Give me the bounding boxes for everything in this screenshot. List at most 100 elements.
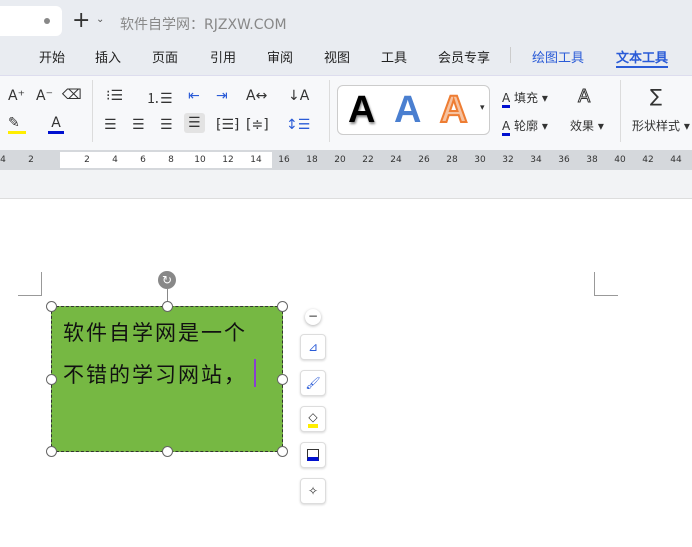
tab-member[interactable]: 会员专享 [438,47,490,66]
increase-font-icon[interactable]: A⁺ [8,88,25,104]
ruler-tick: 28 [446,155,458,165]
ruler-tick: 2 [28,155,34,165]
outline-icon: A [502,119,511,136]
text-cursor [254,359,256,387]
text-line[interactable]: 不错的学习网站， [63,359,247,389]
layout-options-icon[interactable]: ⊿ [300,334,326,360]
ruler-tick: 4 [112,155,118,165]
ruler-tick: 44 [670,155,682,165]
align-left-icon[interactable]: ☰ [104,117,117,133]
align-center-icon[interactable]: ☰ [132,117,145,133]
decrease-font-icon[interactable]: A⁻ [36,88,53,104]
document-tab[interactable] [0,6,62,36]
active-tab-indicator [616,66,668,68]
ruler-tick: 16 [278,155,290,165]
shape-style-icon[interactable]: ∑ [650,86,662,107]
page-gap [0,170,692,199]
style-blue[interactable]: A [394,89,421,132]
bullet-list-icon[interactable]: ⁝☰ [106,88,123,104]
gallery-more-icon[interactable]: ▾ [480,103,485,113]
new-tab-plus-icon[interactable]: + [72,8,90,33]
vertical-align-icon[interactable]: [≑] [246,117,269,133]
ruler-tick: 34 [530,155,542,165]
justify-icon[interactable]: ☰ [184,113,205,133]
ruler-tick: 40 [614,155,626,165]
ruler-tick: 26 [418,155,430,165]
ruler-tick: 22 [362,155,374,165]
effect-icon[interactable]: A [577,86,590,108]
divider [510,47,511,63]
chevron-down-icon[interactable]: ⌄ [96,14,104,25]
effect-label: 效果 [570,119,595,133]
fill-button[interactable]: A 填充 ▾ [502,89,548,108]
clear-format-icon[interactable]: ⌫ [62,87,82,103]
distribute-icon[interactable]: ⁅☰⁆ [216,117,239,133]
ruler-tick: 18 [306,155,318,165]
collapse-toolbar-icon[interactable]: − [305,309,321,325]
divider [620,80,621,142]
fill-icon: A [502,91,511,108]
style-black[interactable]: A [348,89,375,132]
outline-label: 轮廓 [514,119,539,133]
ruler-tick: 10 [194,155,206,165]
tab-tools[interactable]: 工具 [381,47,407,66]
style-orange[interactable]: A [439,88,468,132]
resize-handle[interactable] [162,301,173,312]
ruler-tick: 12 [222,155,234,165]
ruler-tick: 2 [84,155,90,165]
tab-review[interactable]: 审阅 [267,47,293,66]
outline-icon[interactable] [300,442,326,468]
ruler-tick: 4 [0,155,6,165]
tab-insert[interactable]: 插入 [95,47,121,66]
resize-handle[interactable] [277,374,288,385]
divider [329,80,330,142]
rotate-handle-icon[interactable]: ↻ [158,271,176,289]
ruler-tick: 14 [250,155,262,165]
ruler-tick: 36 [558,155,570,165]
text-box[interactable]: 软件自学网是一个 不错的学习网站， [51,306,283,452]
tab-view[interactable]: 视图 [324,47,350,66]
resize-handle[interactable] [277,301,288,312]
highlight-icon[interactable]: ✎ [8,115,26,134]
ruler-tick: 24 [390,155,402,165]
ruler-tick: 8 [168,155,174,165]
tab-home[interactable]: 开始 [39,47,65,66]
ruler-text-area [60,152,272,168]
brush-icon[interactable]: 🖌 [300,370,326,396]
effects-wand-icon[interactable]: ✧ [300,478,326,504]
numbered-list-icon[interactable]: ⒈☰ [146,88,173,108]
resize-handle[interactable] [277,446,288,457]
divider [92,80,93,142]
resize-handle[interactable] [46,446,57,457]
tab-text-tools[interactable]: 文本工具 [616,47,668,66]
font-color-icon[interactable]: A [48,115,64,134]
tab-drawing-tools[interactable]: 绘图工具 [532,47,584,66]
ruler-tick: 6 [140,155,146,165]
shape-style-button[interactable]: 形状样式 ▾ [632,117,690,134]
effect-button[interactable]: 效果 ▾ [570,117,604,134]
ruler-tick: 42 [642,155,654,165]
margin-corner [18,272,42,296]
decrease-indent-icon[interactable]: ⇤ [188,88,200,104]
tab-page[interactable]: 页面 [152,47,178,66]
text-style-gallery[interactable]: A A A [337,85,490,135]
fill-bucket-icon[interactable]: ◇ [300,406,326,432]
window-title: 软件自学网：RJZXW.COM [120,17,287,33]
line-spacing-icon[interactable]: ↕☰ [286,117,310,133]
text-direction-icon[interactable]: ↓A [288,88,309,104]
outline-button[interactable]: A 轮廓 ▾ [502,117,548,136]
ruler-tick: 20 [334,155,346,165]
align-right-icon[interactable]: ☰ [160,117,173,133]
resize-handle[interactable] [46,301,57,312]
ruler-tick: 32 [502,155,514,165]
shape-style-label: 形状样式 [632,119,681,133]
increase-indent-icon[interactable]: ⇥ [216,88,228,104]
text-line[interactable]: 软件自学网是一个 [63,317,247,347]
tab-references[interactable]: 引用 [210,47,236,66]
unsaved-dot-icon [44,18,50,24]
fill-label: 填充 [514,91,539,105]
ruler-tick: 38 [586,155,598,165]
char-spacing-icon[interactable]: A↔ [246,88,267,104]
resize-handle[interactable] [162,446,173,457]
resize-handle[interactable] [46,374,57,385]
